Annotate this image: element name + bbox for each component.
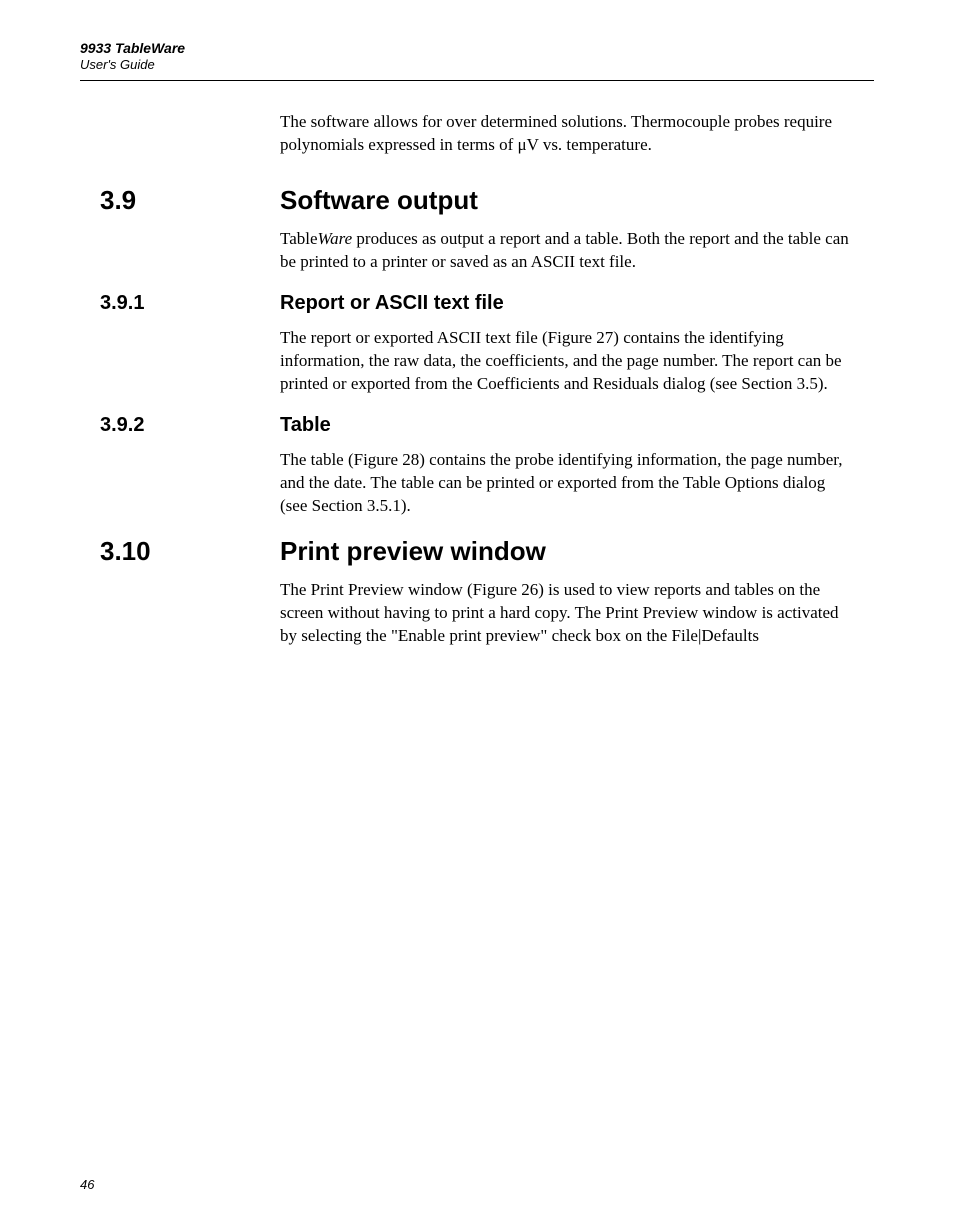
page-header: 9933 TableWare User's Guide (80, 40, 874, 72)
page-content: The software allows for over determined … (80, 111, 874, 647)
header-product: 9933 TableWare (80, 40, 874, 57)
section-3-9: 3.9 Software output TableWare produces a… (280, 185, 854, 274)
intro-paragraph: The software allows for over determined … (280, 111, 854, 157)
section-body-3-9-1: The report or exported ASCII text file (… (280, 327, 854, 396)
body-prefix-3-9: Table (280, 229, 318, 248)
section-number-3-10: 3.10 (100, 536, 280, 567)
section-title-3-9-1: Report or ASCII text file (280, 292, 504, 315)
section-3-9-1: 3.9.1 Report or ASCII text file The repo… (280, 292, 854, 396)
section-title-3-9-2: Table (280, 414, 331, 437)
section-3-9-2: 3.9.2 Table The table (Figure 28) contai… (280, 414, 854, 518)
header-divider (80, 80, 874, 81)
section-title-3-9: Software output (280, 185, 478, 216)
section-body-3-9-2: The table (Figure 28) contains the probe… (280, 449, 854, 518)
body-suffix-3-9: produces as output a report and a table.… (280, 229, 849, 271)
section-title-3-10: Print preview window (280, 536, 546, 567)
section-number-3-9-2: 3.9.2 (100, 414, 280, 437)
page-number: 46 (80, 1177, 94, 1192)
header-doctype: User's Guide (80, 57, 874, 73)
section-body-3-10: The Print Preview window (Figure 26) is … (280, 579, 854, 648)
section-number-3-9-1: 3.9.1 (100, 292, 280, 315)
section-number-3-9: 3.9 (100, 185, 280, 216)
body-italic-3-9: Ware (318, 229, 353, 248)
section-3-10: 3.10 Print preview window The Print Prev… (280, 536, 854, 648)
section-body-3-9: TableWare produces as output a report an… (280, 228, 854, 274)
